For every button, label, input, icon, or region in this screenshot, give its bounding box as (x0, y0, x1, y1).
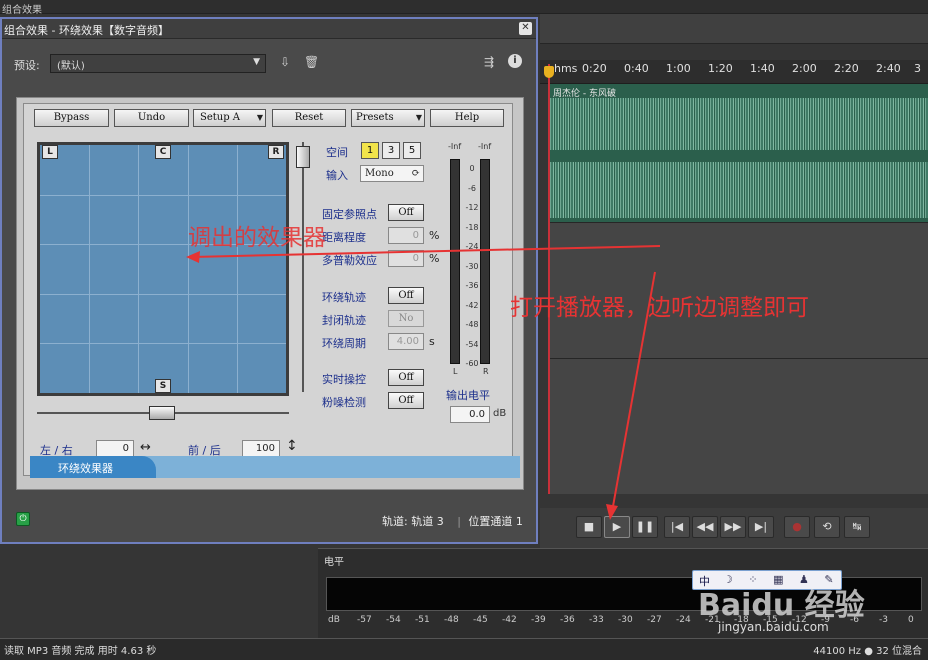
annotation-arrowhead-1 (186, 251, 200, 263)
annotation-play-label: 打开播放器，边听边调整即可 (510, 295, 809, 321)
annotation-arrowhead-2 (606, 504, 618, 520)
annotation-effect-label: 调出的效果器 (188, 225, 326, 251)
annotation-arrows (186, 245, 661, 520)
